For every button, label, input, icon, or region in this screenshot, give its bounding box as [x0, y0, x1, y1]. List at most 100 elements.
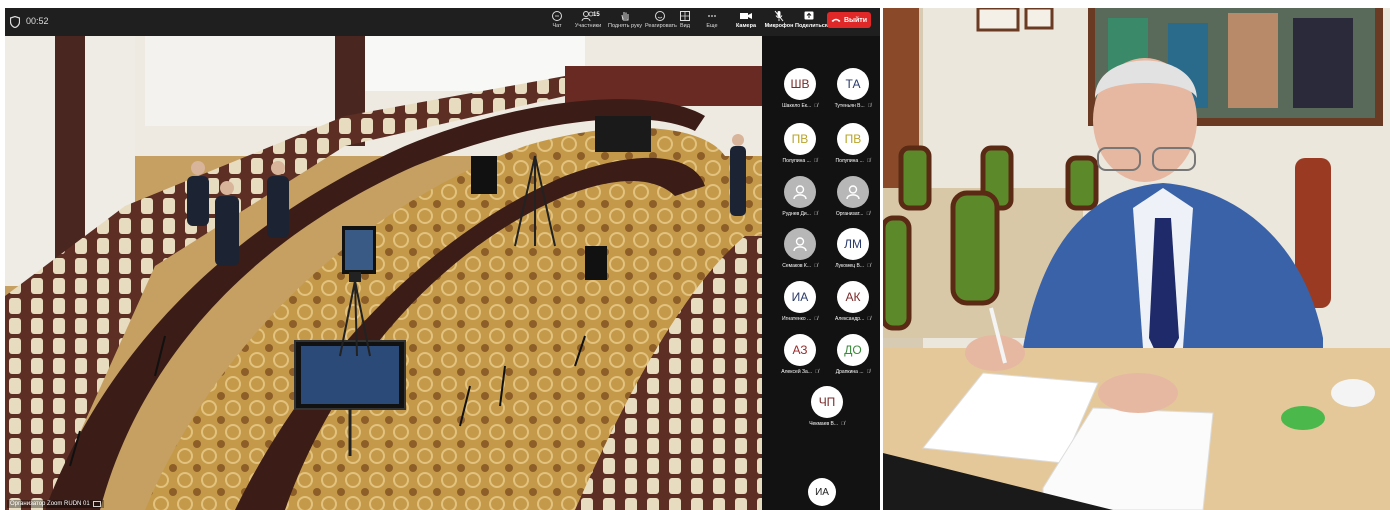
participant-avatar: ИА [784, 281, 816, 313]
participant-avatar [784, 176, 816, 208]
view-label: Вид [680, 23, 690, 29]
raise-hand-button[interactable]: Поднять руку [608, 10, 642, 30]
participant-tile[interactable]: ПВ Полупина ... 🎙̸ [775, 123, 825, 169]
react-label: Реагировать [645, 23, 677, 29]
participant-initials: ЛМ [844, 237, 862, 251]
conference-hall-video [5, 36, 762, 510]
view-button[interactable]: Вид [678, 10, 692, 30]
user-silhouette-icon [846, 185, 860, 200]
participant-name: Драпкина ... [835, 369, 864, 375]
participant-initials: АЗ [792, 343, 808, 357]
participant-name: Игнатенко ... [782, 316, 812, 322]
participant-name: Лукомец В... [835, 263, 865, 269]
self-initials: ИА [815, 486, 829, 498]
mic-muted-icon: 🎙̸ [866, 158, 871, 164]
phone-hangup-icon [831, 18, 841, 22]
participant-initials: ДО [844, 343, 862, 357]
participant-tile[interactable]: АК Александр... 🎙̸ [828, 281, 878, 327]
chat-icon [552, 11, 562, 21]
participant-initials: ИА [791, 290, 809, 304]
mic-muted-icon: 🎙̸ [866, 369, 871, 375]
participant-tile[interactable]: Организат... 🎙̸ [828, 176, 878, 222]
self-view-avatar[interactable]: ИА [808, 478, 836, 506]
screen-share-indicator-icon [92, 501, 101, 507]
user-silhouette-icon [793, 185, 807, 200]
participant-initials: ПВ [844, 132, 862, 146]
microphone-button[interactable]: Микрофон [764, 10, 794, 30]
video-name-text: Организатор Zoom RUDN 01 [10, 501, 90, 507]
microphone-muted-icon [774, 10, 784, 22]
participant-initials: ТА [845, 77, 861, 91]
participant-tile[interactable]: ДО Драпкина ... 🎙̸ [828, 334, 878, 380]
chat-button[interactable]: Чат [551, 10, 563, 30]
participants-count: 15 [593, 12, 600, 18]
leave-label: Выйти [843, 16, 868, 24]
chat-label: Чат [552, 23, 562, 29]
share-label: Поделиться [795, 23, 829, 29]
participant-name: Руднев Ди... [782, 211, 811, 217]
grid-view-icon [680, 11, 690, 21]
participant-initials: ШВ [790, 77, 810, 91]
participant-tile[interactable]: Руднев Ди... 🎙̸ [775, 176, 825, 222]
participant-name: Чекмаев В... [809, 421, 839, 427]
mic-muted-icon: 🎙̸ [866, 211, 871, 217]
camera-icon [740, 13, 752, 19]
user-silhouette-icon [793, 237, 807, 252]
participant-tile[interactable]: АЗ Алексей За... 🎙̸ [775, 334, 825, 380]
participant-initials: ПВ [791, 132, 809, 146]
zoom-window: 00:52 Чат 15 Участники Поднять руку Реаг… [5, 8, 880, 510]
mic-muted-icon: 🎙̸ [814, 263, 818, 269]
security-shield-icon[interactable] [10, 16, 20, 28]
camera-label: Камера [735, 23, 757, 29]
man-signing-document-photo [883, 8, 1390, 510]
participant-name: Семаков К... [782, 263, 811, 269]
participant-tile[interactable]: ШВ Шакело Ек... 🎙̸ [775, 68, 825, 114]
zoom-toolbar: 00:52 Чат 15 Участники Поднять руку Реаг… [5, 8, 880, 36]
react-button[interactable]: Реагировать [645, 10, 677, 30]
participant-tile[interactable]: Семаков К... 🎙̸ [775, 228, 825, 274]
participant-avatar: АК [837, 281, 869, 313]
participant-name: Алексей За... [781, 369, 812, 375]
mic-muted-icon: 🎙̸ [841, 421, 845, 427]
mic-muted-icon: 🎙̸ [867, 316, 871, 322]
share-button[interactable]: Поделиться [795, 10, 828, 30]
participant-avatar [784, 228, 816, 260]
participant-tile[interactable]: ТА Тутеньян В... 🎙̸ [828, 68, 878, 114]
participant-avatar: ДО [837, 334, 869, 366]
more-dots-icon [708, 15, 716, 17]
participant-tile[interactable]: ИА Игнатенко ... 🎙̸ [775, 281, 825, 327]
main-video: Организатор Zoom RUDN 01 [5, 36, 762, 510]
mic-muted-icon: 🎙̸ [867, 103, 872, 109]
participants-label: Участники [574, 23, 602, 29]
participant-avatar [837, 176, 869, 208]
share-screen-icon [804, 11, 814, 20]
participant-name: Шакело Ек... [782, 103, 812, 109]
hand-icon [621, 12, 629, 21]
camera-button[interactable]: Камера [735, 10, 757, 30]
participant-tile[interactable]: ЧП Чекмаев В... 🎙̸ [802, 386, 852, 432]
participant-avatar: ШВ [784, 68, 816, 100]
mic-muted-icon: 🎙̸ [813, 158, 818, 164]
mic-muted-icon: 🎙̸ [814, 316, 818, 322]
participant-avatar: ЧП [811, 386, 843, 418]
participant-avatar: ЛМ [837, 228, 869, 260]
participant-avatar: ТА [837, 68, 869, 100]
participant-initials: АК [845, 290, 861, 304]
participant-tile[interactable]: ПВ Полупина ... 🎙̸ [828, 123, 878, 169]
participant-name: Организат... [835, 211, 864, 217]
raise-hand-label: Поднять руку [608, 23, 642, 29]
office-photo [883, 8, 1390, 510]
participants-button[interactable]: 15 Участники [571, 10, 605, 30]
mic-muted-icon: 🎙̸ [813, 211, 818, 217]
participant-name: Полупина ... [782, 158, 811, 164]
participant-avatar: АЗ [784, 334, 816, 366]
more-button[interactable]: Еще [705, 10, 719, 30]
participants-gallery: ШВ Шакело Ек... 🎙̸ ТА Тутеньян В... 🎙̸ ПВ … [762, 36, 880, 510]
participant-name: Александр... [835, 316, 865, 322]
mic-muted-icon: 🎙̸ [814, 369, 819, 375]
participant-name: Тутеньян В... [834, 103, 865, 109]
participant-tile[interactable]: ЛМ Лукомец В... 🎙̸ [828, 228, 878, 274]
leave-button[interactable]: Выйти [827, 12, 871, 28]
mic-muted-icon: 🎙̸ [867, 263, 871, 269]
more-label: Еще [706, 23, 718, 29]
